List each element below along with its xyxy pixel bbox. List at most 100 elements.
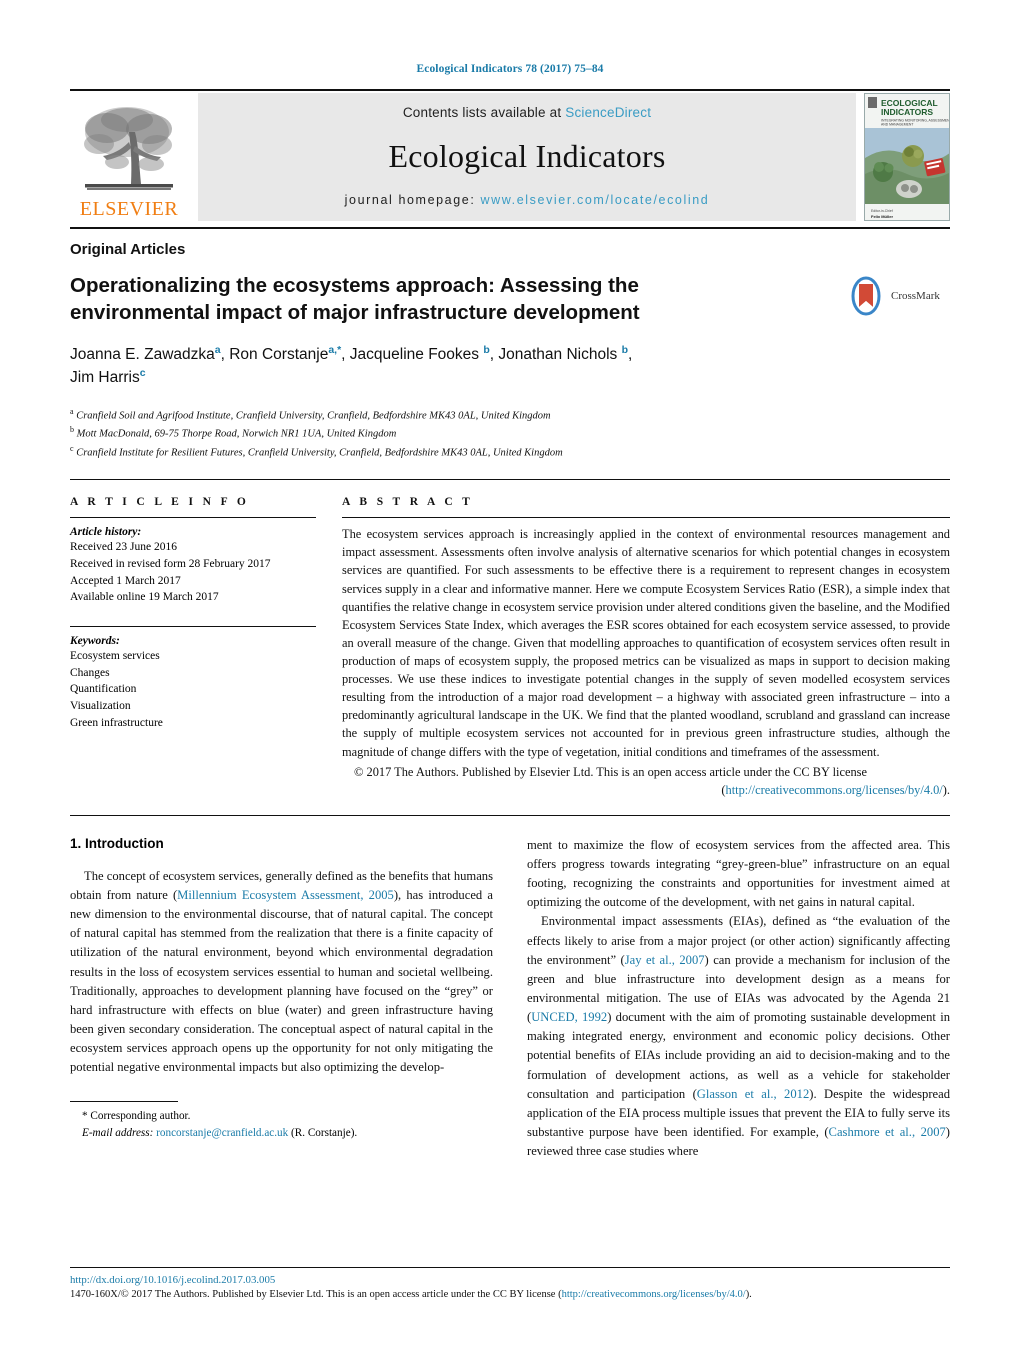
page-footer: http://dx.doi.org/10.1016/j.ecolind.2017… [70, 1267, 950, 1303]
citation-link[interactable]: UNCED, 1992 [531, 1010, 607, 1024]
footnote-body: * Corresponding author. E-mail address: … [70, 1108, 493, 1142]
body-column-left: 1. Introduction The concept of ecosystem… [70, 836, 493, 1161]
affiliations-block: a Cranfield Soil and Agrifood Institute,… [70, 406, 950, 462]
article-info-heading: A R T I C L E I N F O [70, 496, 250, 509]
sciencedirect-link[interactable]: ScienceDirect [565, 105, 651, 120]
affiliation-marker: b [70, 425, 74, 435]
footnote-rule [70, 1101, 178, 1103]
author-affiliation-marker: c [139, 367, 146, 380]
journal-masthead: ELSEVIER Contents lists available at Sci… [70, 93, 950, 221]
footer-cc-link[interactable]: http://creativecommons.org/licenses/by/4… [562, 1289, 746, 1300]
history-item: Received 23 June 2016 [70, 541, 177, 554]
introduction-heading: 1. Introduction [70, 835, 164, 851]
svg-text:Felix Müller: Felix Müller [871, 214, 893, 219]
paragraph: Environmental impact assessments (EIAs),… [527, 912, 950, 1161]
keyword-item: Green infrastructure [70, 716, 163, 729]
journal-homepage-line: journal homepage: www.elsevier.com/locat… [345, 193, 710, 207]
crossmark-icon [851, 276, 881, 316]
info-top-rule [70, 479, 950, 481]
cc-license-link[interactable]: http://creativecommons.org/licenses/by/4… [726, 783, 943, 797]
article-history-block: Article history: Received 23 June 2016 R… [70, 526, 316, 606]
copyright-text: © 2017 The Authors. Published by Elsevie… [354, 764, 867, 779]
article-page: Ecological Indicators 78 (2017) 75–84 EL… [0, 0, 1020, 1351]
article-type-kicker: Original Articles [70, 241, 186, 258]
abstract-column: A B S T R A C T The ecosystem services a… [342, 496, 950, 799]
introduction-left-text: The concept of ecosystem services, gener… [70, 867, 493, 1078]
paragraph: The concept of ecosystem services, gener… [70, 867, 493, 1078]
affiliation-item: b Mott MacDonald, 69-75 Thorpe Road, Nor… [70, 424, 950, 443]
keyword-item: Quantification [70, 683, 137, 696]
crossmark-badge[interactable]: CrossMark [846, 272, 950, 316]
page-title: Operationalizing the ecosystems approach… [70, 274, 640, 325]
citation-link[interactable]: Millennium Ecosystem Assessment, 2005 [177, 888, 394, 902]
running-head: Ecological Indicators 78 (2017) 75–84 [416, 63, 604, 75]
author-name: Jacqueline Fookes [349, 345, 480, 363]
author-name: Ron Corstanje [229, 345, 329, 363]
keywords-block: Keywords: Ecosystem services Changes Qua… [70, 635, 316, 731]
author-affiliation-marker: b [621, 343, 629, 356]
title-top-rule [70, 227, 950, 229]
history-item: Accepted 1 March 2017 [70, 574, 181, 587]
affiliation-marker: a [70, 406, 74, 416]
journal-homepage-url[interactable]: www.elsevier.com/locate/ecolind [480, 193, 709, 207]
keywords-title: Keywords: [70, 634, 120, 647]
article-info-rule [70, 517, 316, 519]
crossmark-label: CrossMark [891, 290, 940, 302]
corresponding-email-link[interactable]: roncorstanje@cranfield.ac.uk [156, 1127, 288, 1139]
author-name: Jonathan Nichols [498, 345, 618, 363]
citation-link[interactable]: Cashmore et al., 2007 [829, 1125, 946, 1139]
affiliation-text: Cranfield Soil and Agrifood Institute, C… [76, 410, 551, 422]
email-owner: (R. Corstanje). [291, 1127, 358, 1140]
masthead-top-rule [70, 89, 950, 91]
license-paren-close: ). [942, 782, 950, 797]
paragraph: ment to maximize the flow of ecosystem s… [527, 837, 950, 910]
keyword-item: Ecosystem services [70, 649, 160, 662]
body-top-rule [70, 814, 950, 816]
affiliation-item: c Cranfield Institute for Resilient Futu… [70, 443, 950, 462]
svg-text:Editor-in-Chief: Editor-in-Chief [871, 209, 893, 213]
issn-text: 1470-160X/© 2017 The Authors. Published … [70, 1289, 562, 1301]
citation-link[interactable]: Jay et al., 2007 [625, 953, 705, 967]
affiliation-text: Mott MacDonald, 69-75 Thorpe Road, Norwi… [76, 428, 397, 440]
elsevier-tree-icon [77, 102, 181, 198]
affiliation-item: a Cranfield Soil and Agrifood Institute,… [70, 406, 950, 425]
corresponding-author-note: * Corresponding author. [82, 1110, 191, 1123]
abstract-copyright: © 2017 The Authors. Published by Elsevie… [342, 763, 950, 799]
paragraph-part: ), has introduced a new dimension to the… [70, 888, 493, 1075]
abstract-body: The ecosystem services approach is incre… [342, 525, 950, 799]
body-two-column: 1. Introduction The concept of ecosystem… [70, 836, 950, 1161]
title-row: Operationalizing the ecosystems approach… [70, 272, 950, 390]
history-item: Received in revised form 28 February 201… [70, 557, 271, 570]
keywords-rule [70, 625, 316, 627]
journal-title: Ecological Indicators [388, 138, 666, 174]
email-note: E-mail address: roncorstanje@cranfield.a… [82, 1125, 493, 1142]
introduction-right-text: ment to maximize the flow of ecosystem s… [527, 836, 950, 1161]
author-list: Joanna E. Zawadzkaa, Ron Corstanjea,*, J… [70, 343, 633, 387]
keyword-item: Changes [70, 666, 110, 679]
affiliation-text: Cranfield Institute for Resilient Future… [76, 447, 563, 459]
info-abstract-section: A R T I C L E I N F O Article history: R… [70, 496, 950, 799]
issn-copyright-line: 1470-160X/© 2017 The Authors. Published … [70, 1288, 950, 1303]
footer-rule [70, 1267, 950, 1269]
abstract-heading: A B S T R A C T [342, 496, 474, 509]
contents-prefix: Contents lists available at [402, 105, 566, 120]
body-column-right: ment to maximize the flow of ecosystem s… [527, 836, 950, 1161]
author-affiliation-marker: a,* [328, 343, 342, 356]
homepage-prefix: journal homepage: [344, 193, 481, 207]
journal-cover-thumbnail: ECOLOGICAL INDICATORS INTEGRATING MONITO… [864, 93, 950, 221]
contents-available-line: Contents lists available at ScienceDirec… [403, 105, 651, 120]
elsevier-logo: ELSEVIER [70, 93, 188, 221]
title-column: Operationalizing the ecosystems approach… [70, 272, 846, 390]
svg-text:AND MANAGEMENT: AND MANAGEMENT [881, 123, 913, 127]
citation-link[interactable]: Glasson et al., 2012 [697, 1087, 809, 1101]
email-label: E-mail address: [82, 1127, 154, 1140]
author-affiliation-marker: b [483, 343, 490, 356]
doi-link[interactable]: http://dx.doi.org/10.1016/j.ecolind.2017… [70, 1274, 950, 1286]
author-name: Joanna E. Zawadzka [70, 345, 215, 363]
svg-text:INDICATORS: INDICATORS [881, 107, 933, 117]
history-item: Available online 19 March 2017 [70, 591, 219, 604]
abstract-rule [342, 517, 950, 519]
affiliation-marker: c [70, 443, 74, 453]
abstract-text: The ecosystem services approach is incre… [342, 527, 950, 759]
article-info-column: A R T I C L E I N F O Article history: R… [70, 496, 342, 799]
